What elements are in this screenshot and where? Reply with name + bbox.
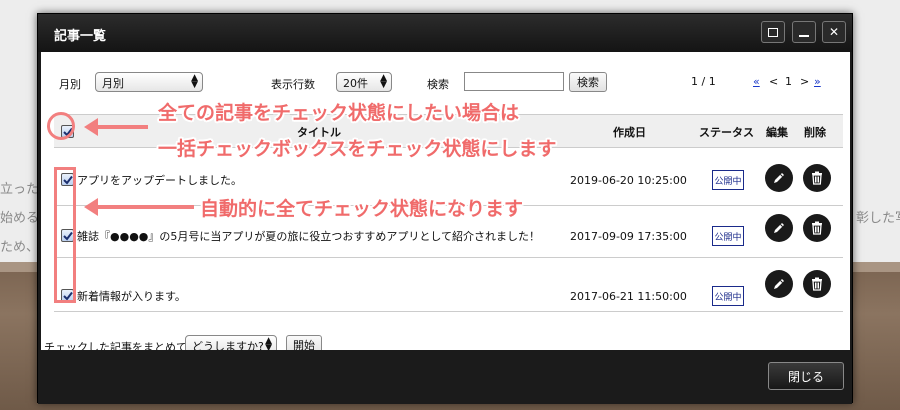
header-delete: 削除 bbox=[804, 126, 826, 139]
delete-button[interactable] bbox=[803, 214, 831, 242]
minimize-button[interactable] bbox=[792, 21, 816, 43]
header-edit: 編集 bbox=[766, 126, 788, 139]
annotation-circle bbox=[47, 112, 75, 140]
minimize-icon bbox=[799, 34, 809, 37]
header-date: 作成日 bbox=[613, 126, 646, 139]
annotation-arrow-icon bbox=[84, 198, 194, 216]
rows-select-value: 20件 bbox=[343, 77, 368, 90]
row-date: 2017-09-09 17:35:00 bbox=[570, 230, 687, 243]
month-select[interactable]: 月別 ▲ ▼ bbox=[95, 72, 203, 92]
close-icon: ✕ bbox=[828, 25, 840, 39]
trash-icon bbox=[812, 171, 822, 185]
pencil-icon bbox=[774, 173, 784, 183]
delete-button[interactable] bbox=[803, 164, 831, 192]
edit-button[interactable] bbox=[765, 214, 793, 242]
modal-footer: 閉じる bbox=[38, 350, 852, 404]
background-text: 立った bbox=[0, 182, 40, 197]
pager-first-link[interactable]: « bbox=[753, 75, 760, 88]
edit-button[interactable] bbox=[765, 164, 793, 192]
table-row: 新着情報が入ります。 2017-06-21 11:50:00 公開中 bbox=[54, 258, 843, 312]
status-badge: 公開中 bbox=[712, 226, 744, 246]
pencil-icon bbox=[774, 279, 784, 289]
background-text: ため、 bbox=[0, 240, 40, 255]
edit-button[interactable] bbox=[765, 270, 793, 298]
pencil-icon bbox=[774, 223, 784, 233]
rows-select[interactable]: 20件 ▲ ▼ bbox=[336, 72, 392, 92]
select-arrows-icon: ▲ ▼ bbox=[191, 73, 198, 90]
annotation-line-1: 全ての記事をチェック状態にしたい場合は bbox=[158, 102, 520, 124]
modal-titlebar: 記事一覧 ✕ bbox=[38, 14, 852, 52]
rows-label: 表示行数 bbox=[271, 78, 315, 91]
annotation-rectangle bbox=[54, 167, 76, 303]
maximize-icon bbox=[768, 27, 778, 37]
pager-last-link[interactable]: » bbox=[814, 75, 821, 88]
trash-icon bbox=[812, 221, 822, 235]
pager-status: 1 / 1 bbox=[691, 75, 716, 88]
modal-title: 記事一覧 bbox=[54, 29, 107, 44]
search-label: 検索 bbox=[427, 78, 449, 91]
annotation-arrow-icon bbox=[84, 118, 148, 136]
pager-prev[interactable]: < bbox=[769, 75, 778, 88]
trash-icon bbox=[812, 277, 822, 291]
row-date: 2017-06-21 11:50:00 bbox=[570, 290, 687, 303]
annotation-line-3: 自動的に全てチェック状態になります bbox=[200, 198, 524, 220]
background-text: 始める bbox=[0, 211, 40, 226]
search-input[interactable] bbox=[464, 72, 564, 91]
close-window-button[interactable]: ✕ bbox=[822, 21, 846, 43]
status-badge: 公開中 bbox=[712, 170, 744, 190]
select-arrows-icon: ▲ ▼ bbox=[380, 73, 387, 90]
row-title[interactable]: 新着情報が入ります。 bbox=[77, 288, 186, 304]
search-button[interactable]: 検索 bbox=[569, 72, 607, 92]
annotation-line-2: 一括チェックボックスをチェック状態にします bbox=[158, 138, 557, 160]
month-label: 月別 bbox=[59, 78, 81, 91]
month-select-value: 月別 bbox=[102, 77, 124, 90]
maximize-button[interactable] bbox=[761, 21, 785, 43]
pager-next[interactable]: > bbox=[800, 75, 809, 88]
row-title[interactable]: アプリをアップデートしました。 bbox=[77, 172, 242, 188]
row-date: 2019-06-20 10:25:00 bbox=[570, 174, 687, 187]
header-status: ステータス bbox=[699, 126, 754, 139]
background-text: 彰した写 bbox=[856, 211, 900, 226]
status-badge: 公開中 bbox=[712, 286, 744, 306]
row-title[interactable]: 雑誌『●●●●』の5月号に当アプリが夏の旅に役立つおすすめアプリとして紹介されま… bbox=[77, 228, 540, 244]
delete-button[interactable] bbox=[803, 270, 831, 298]
close-modal-button[interactable]: 閉じる bbox=[768, 362, 844, 390]
pager-current: 1 bbox=[785, 75, 792, 88]
